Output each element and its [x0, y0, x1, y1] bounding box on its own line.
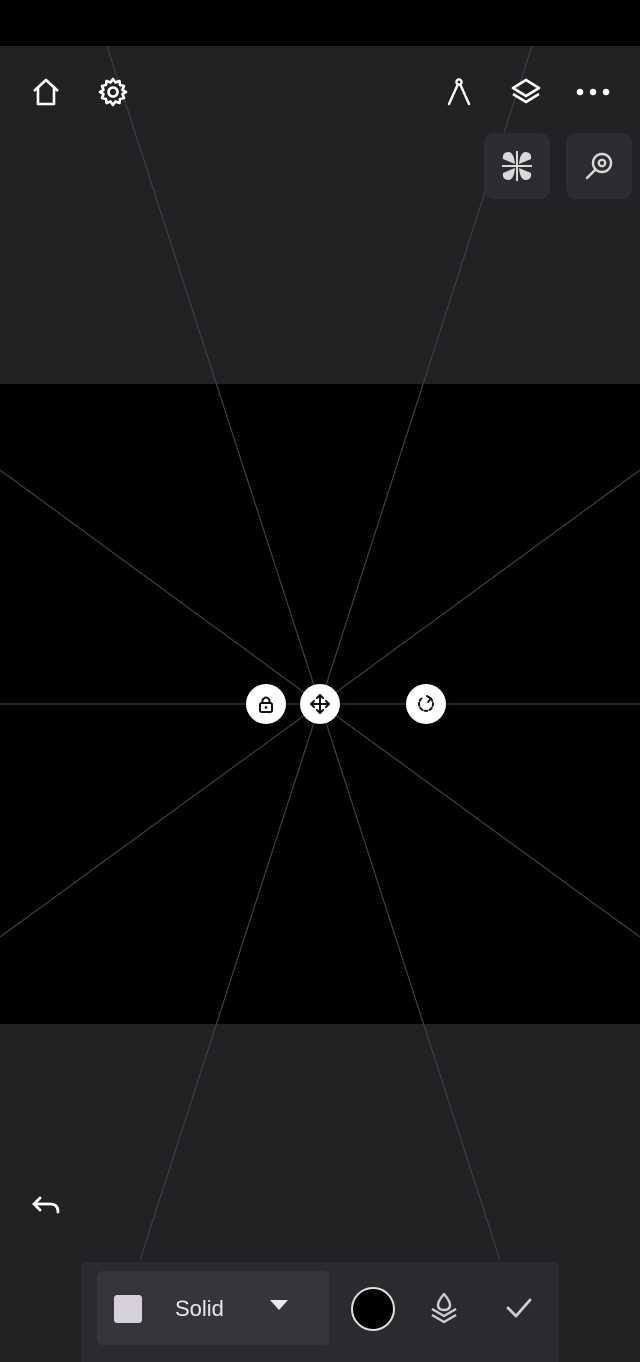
layers-button[interactable]	[502, 68, 550, 116]
more-horizontal-icon	[576, 88, 610, 96]
chevron-down-icon	[270, 1300, 288, 1310]
style-label: Solid	[175, 1296, 224, 1321]
gear-icon	[98, 77, 128, 107]
home-icon	[33, 78, 59, 106]
confirm-button[interactable]	[495, 1284, 543, 1332]
status-bar	[0, 0, 640, 46]
layer-opacity-icon	[431, 1292, 457, 1324]
zoom-icon	[585, 152, 613, 180]
ruler-tool-button[interactable]	[435, 68, 483, 116]
move-arrows-icon	[310, 694, 330, 714]
style-swatch	[114, 1295, 142, 1323]
undo-button[interactable]	[22, 1182, 70, 1230]
layers-icon	[511, 78, 541, 104]
more-options-button[interactable]	[569, 68, 617, 116]
undo-icon	[32, 1196, 60, 1214]
brush-style-panel: Solid	[81, 1262, 559, 1362]
symmetry-button[interactable]	[484, 133, 550, 199]
rotate-handle[interactable]	[406, 684, 446, 724]
settings-button[interactable]	[89, 68, 137, 116]
checkmark-icon	[506, 1298, 532, 1318]
lock-handle[interactable]	[246, 684, 286, 724]
lock-icon	[259, 696, 273, 713]
symmetry-icon	[502, 151, 532, 181]
rotate-icon	[418, 695, 434, 712]
home-button[interactable]	[22, 68, 70, 116]
compass-icon	[447, 78, 471, 106]
layer-opacity-button[interactable]	[420, 1284, 468, 1332]
zoom-button[interactable]	[566, 133, 632, 199]
color-picker-button[interactable]	[351, 1287, 395, 1331]
move-handle[interactable]	[300, 684, 340, 724]
style-dropdown[interactable]: Solid	[97, 1271, 329, 1345]
